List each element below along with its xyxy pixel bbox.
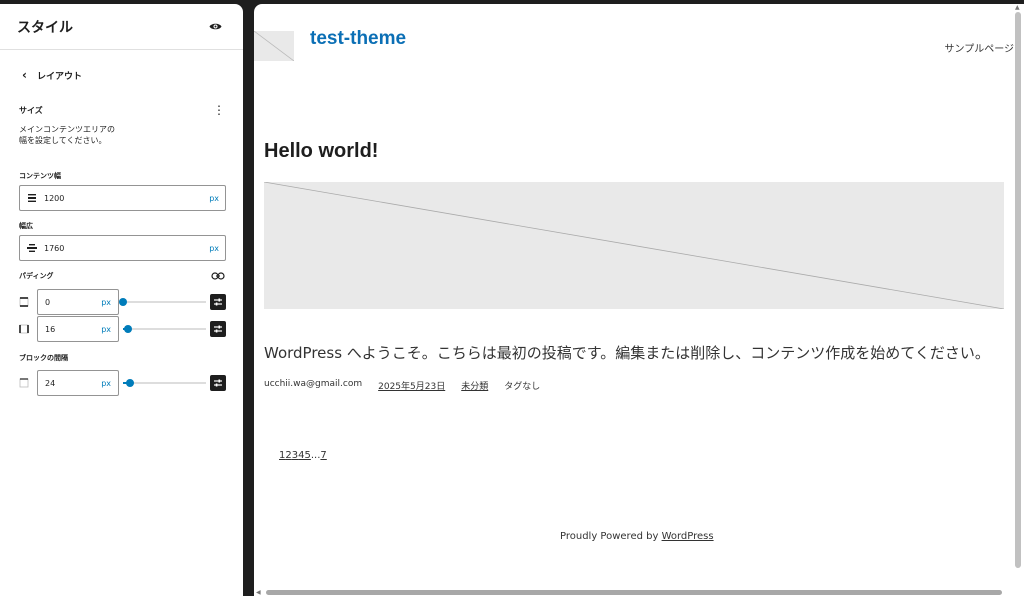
padding-horizontal-slider[interactable] [123,325,206,333]
site-preview[interactable]: test-theme サンプルページ Hello world! WordPres… [254,4,1024,596]
padding-horizontal-settings-button[interactable] [210,321,226,337]
pagination: 12345...7 [279,450,327,461]
slider-thumb[interactable] [126,379,135,387]
post-meta: ucchii.wa@gmail.com 2025年5月23日 未分類 タグなし [264,379,540,392]
padding-vertical-settings-button[interactable] [210,294,226,310]
content-width-icon [27,193,37,203]
content-width-input[interactable]: 1200 px [19,185,226,211]
size-section-title: サイズ [19,105,43,115]
settings-sliders-icon [214,379,222,387]
size-section-header: サイズ ⋮ [19,104,225,116]
block-spacing-row: 24 px [19,370,227,396]
sidebar-header: スタイル [0,4,243,50]
padding-vertical-slider[interactable] [119,298,206,306]
back-button[interactable]: ‹ レイアウト [22,68,82,82]
block-spacing-settings-button[interactable] [210,375,226,391]
vertical-scrollbar-thumb[interactable] [1015,12,1021,568]
featured-image-placeholder[interactable] [264,182,1004,309]
content-width-unit[interactable]: px [209,194,219,203]
wide-width-value: 1760 [44,243,65,253]
eye-icon [209,23,221,30]
padding-vertical-input[interactable]: 0 px [37,289,119,315]
styles-sidebar: スタイル ‹ レイアウト サイズ ⋮ メインコンテンツエリアの幅を設定してくださ… [0,4,243,596]
panel-title: レイアウト [36,71,82,82]
padding-vertical-row: 0 px [19,289,227,315]
wide-width-unit[interactable]: px [209,244,219,253]
post-excerpt: WordPress へようこそ。こちらは最初の投稿です。編集または削除し、コンテ… [264,344,990,362]
site-title[interactable]: test-theme [310,28,406,50]
horizontal-scrollbar-thumb[interactable] [266,590,1002,595]
scroll-up-arrow-icon[interactable]: ▲ [1015,4,1020,11]
block-spacing-value: 24 [45,378,56,388]
padding-horizontal-unit[interactable]: px [101,325,111,334]
block-spacing-unit[interactable]: px [101,379,111,388]
padding-horizontal-icon [19,324,29,334]
content-width-label: コンテンツ幅 [19,172,61,180]
site-logo-placeholder[interactable] [254,31,294,61]
settings-sliders-icon [214,325,222,333]
post-title[interactable]: Hello world! [264,140,378,163]
padding-horizontal-row: 16 px [19,316,227,342]
block-spacing-label: ブロックの間隔 [19,354,68,362]
slider-thumb[interactable] [123,325,132,333]
padding-label: パディング [19,272,54,280]
padding-vertical-icon [19,297,29,307]
block-spacing-input[interactable]: 24 px [37,370,119,396]
content-width-value: 1200 [44,193,65,203]
post-category[interactable]: 未分類 [461,379,488,392]
more-vertical-icon[interactable]: ⋮ [213,104,225,116]
slider-thumb[interactable] [119,298,127,306]
padding-horizontal-input[interactable]: 16 px [37,316,119,342]
chevron-left-icon: ‹ [22,68,27,82]
padding-vertical-value: 0 [45,297,51,307]
footer-wordpress-link[interactable]: WordPress [662,531,714,542]
link-icon[interactable] [211,271,225,281]
page-ellipsis: ... [310,450,321,461]
settings-sliders-icon [214,298,222,306]
footer-text: Proudly Powered by [560,531,662,542]
wide-width-input[interactable]: 1760 px [19,235,226,261]
page-number-7[interactable]: 7 [320,450,326,461]
style-book-button[interactable] [205,17,225,37]
app-root: スタイル ‹ レイアウト サイズ ⋮ メインコンテンツエリアの幅を設定してくださ… [0,0,1024,596]
scroll-left-arrow-icon[interactable]: ◀ [256,589,261,596]
post-tags: タグなし [504,382,541,392]
padding-horizontal-value: 16 [45,324,56,334]
vertical-scrollbar[interactable]: ▲ [1014,4,1022,588]
site-footer: Proudly Powered by WordPress [560,531,714,542]
horizontal-scrollbar[interactable]: ◀ [254,588,1014,596]
post-date[interactable]: 2025年5月23日 [378,379,445,392]
size-description: メインコンテンツエリアの幅を設定してください。 [19,125,115,145]
sidebar-title: スタイル [17,19,73,36]
wide-width-label: 幅広 [19,222,33,230]
nav-link-sample-page[interactable]: サンプルページ [945,40,1015,55]
block-spacing-slider[interactable] [123,379,206,387]
post-author: ucchii.wa@gmail.com [264,379,363,389]
padding-header: パディング [19,271,225,281]
block-spacing-icon [19,378,29,388]
padding-vertical-unit[interactable]: px [101,298,111,307]
wide-width-icon [27,243,37,253]
